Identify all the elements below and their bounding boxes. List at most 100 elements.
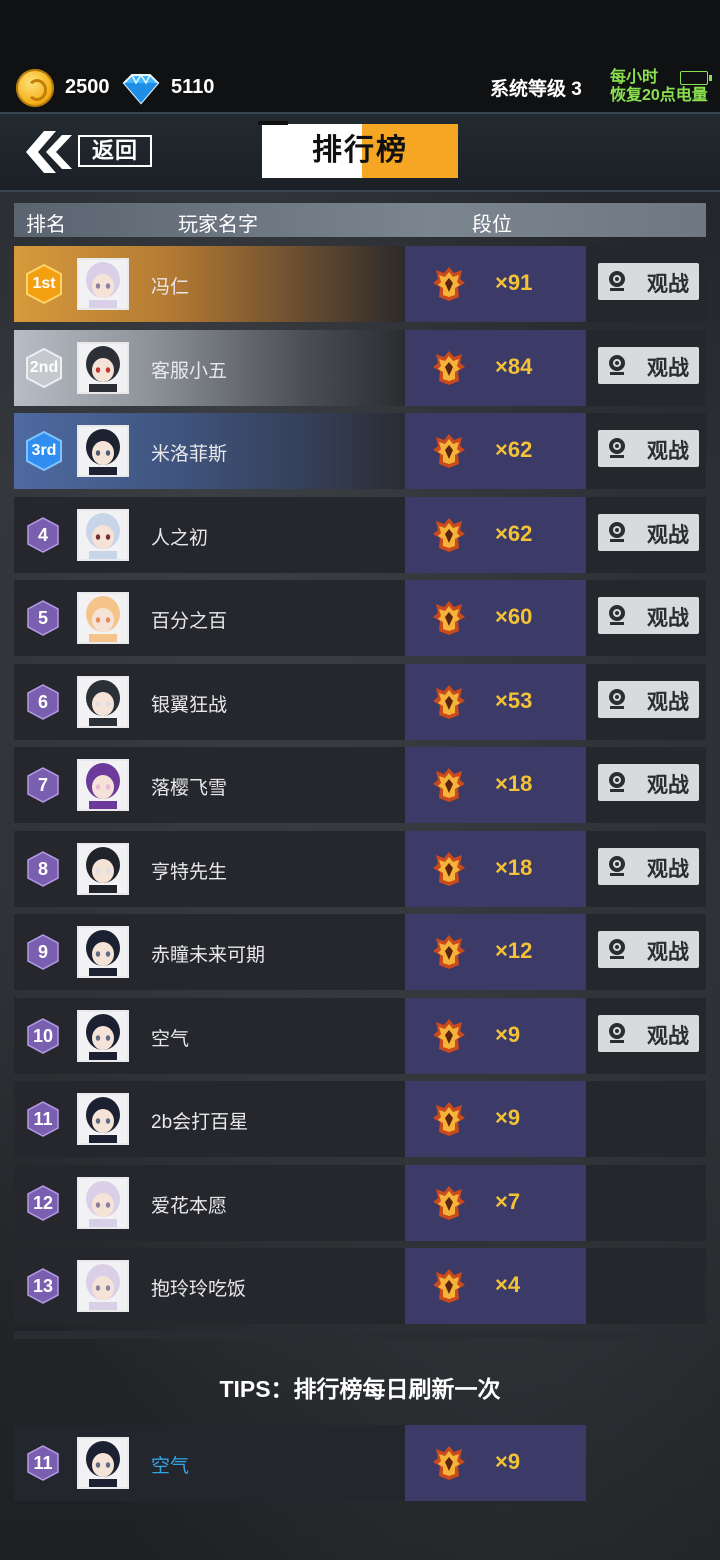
spectate-label: 观战 bbox=[647, 1024, 689, 1048]
leaderboard-row: ×60 5 百分之百 观战 bbox=[14, 580, 706, 656]
rank-number: 9 bbox=[37, 942, 48, 962]
tier-count: ×18 bbox=[495, 854, 533, 880]
player-avatar bbox=[77, 1260, 129, 1312]
leaderboard-row: ×84 2nd 客服小五 观战 bbox=[14, 329, 706, 406]
tier-count: ×60 bbox=[495, 604, 533, 629]
rank-number: 2nd bbox=[29, 358, 59, 376]
camera-icon bbox=[609, 939, 625, 959]
spectate-label: 观战 bbox=[647, 273, 689, 296]
tips-text: TIPS：排行榜每日刷新一次 bbox=[219, 1376, 501, 1402]
rank-number: 12 bbox=[32, 1192, 54, 1213]
player-name: 赤瞳未来可期 bbox=[151, 945, 266, 966]
rank-badge: 9 bbox=[26, 934, 60, 970]
tier-panel: ×12 bbox=[405, 914, 586, 990]
player-name: 空气 bbox=[151, 1456, 190, 1477]
tier-crest-icon bbox=[433, 601, 465, 635]
tier-panel: ×91 bbox=[405, 246, 586, 322]
camera-icon bbox=[609, 438, 625, 458]
player-name: 百分之百 bbox=[151, 611, 228, 632]
tier-count: ×84 bbox=[495, 353, 533, 379]
tier-panel: ×62 bbox=[405, 496, 586, 573]
player-avatar bbox=[77, 425, 129, 477]
player-avatar bbox=[77, 508, 129, 561]
spectate-button[interactable]: 观战 bbox=[598, 263, 699, 300]
tier-count: ×18 bbox=[495, 771, 533, 796]
rank-badge: 8 bbox=[26, 850, 60, 887]
player-avatar bbox=[77, 1437, 129, 1489]
tier-count: ×4 bbox=[495, 1272, 521, 1297]
spectate-button[interactable]: 观战 bbox=[598, 430, 699, 467]
tier-crest-icon bbox=[433, 1185, 465, 1220]
player-name: 2b会打百星 bbox=[151, 1112, 249, 1133]
system-level: 系统等级 3 bbox=[490, 79, 582, 100]
col-tier: 段位 bbox=[472, 214, 512, 236]
tier-count: ×7 bbox=[495, 1188, 521, 1214]
leaderboard-row: ×62 3rd 米洛菲斯 观战 bbox=[14, 413, 706, 489]
leaderboard-row: ×18 7 落樱飞雪 观战 bbox=[14, 747, 706, 823]
player-avatar bbox=[77, 592, 129, 644]
spectate-button[interactable]: 观战 bbox=[598, 597, 699, 634]
player-name: 落樱飞雪 bbox=[151, 778, 228, 799]
col-player-name: 玩家名字 bbox=[178, 214, 258, 236]
back-button[interactable]: 返回 bbox=[22, 129, 152, 175]
leaderboard-row: ×53 6 银翼狂战 观战 bbox=[14, 663, 706, 740]
player-name: 冯仁 bbox=[151, 277, 190, 298]
player-avatar bbox=[77, 341, 129, 394]
spectate-button[interactable]: 观战 bbox=[598, 931, 699, 968]
rank-medal: 2nd bbox=[24, 347, 64, 388]
row-background bbox=[14, 1425, 405, 1501]
spectate-button[interactable]: 观战 bbox=[598, 847, 699, 885]
list-end-divider bbox=[14, 1331, 706, 1339]
battery-icon bbox=[680, 71, 712, 85]
tier-panel: ×9 bbox=[405, 1081, 586, 1157]
player-avatar bbox=[77, 759, 129, 811]
player-name: 银翼狂战 bbox=[151, 694, 228, 716]
tier-panel: ×53 bbox=[405, 663, 586, 740]
spectate-label: 观战 bbox=[647, 523, 689, 547]
tier-panel: ×7 bbox=[405, 1164, 586, 1241]
player-name: 米洛菲斯 bbox=[151, 444, 228, 465]
page-title-box: 排行榜 bbox=[258, 121, 458, 178]
spectate-label: 观战 bbox=[647, 607, 689, 630]
player-name: 爱花本愿 bbox=[151, 1195, 228, 1217]
tier-panel: ×84 bbox=[405, 329, 586, 406]
rank-number: 11 bbox=[33, 1453, 53, 1473]
tier-panel: ×18 bbox=[405, 747, 586, 823]
coin-count: 2500 bbox=[65, 76, 110, 98]
tier-crest-icon bbox=[433, 434, 465, 468]
tier-crest-icon bbox=[433, 1446, 465, 1480]
player-name: 人之初 bbox=[151, 527, 209, 549]
action-cell bbox=[586, 1081, 706, 1157]
spectate-label: 观战 bbox=[647, 857, 689, 881]
spectate-label: 观战 bbox=[647, 690, 689, 714]
tier-crest-icon bbox=[433, 684, 465, 719]
player-name: 亨特先生 bbox=[151, 861, 228, 883]
status-bar: 2500 5110 系统等级 3 每小时 恢复20点电量 bbox=[0, 0, 720, 112]
camera-icon bbox=[609, 605, 625, 625]
rank-badge: 11 bbox=[26, 1101, 60, 1137]
rank-number: 4 bbox=[37, 524, 48, 545]
tier-panel: ×18 bbox=[405, 830, 586, 907]
player-avatar bbox=[77, 675, 129, 728]
spectate-button[interactable]: 观战 bbox=[598, 346, 699, 384]
spectate-button[interactable]: 观战 bbox=[598, 764, 699, 801]
diamond-icon bbox=[122, 73, 160, 105]
camera-icon bbox=[609, 271, 625, 291]
leaderboard-row: ×4 13 抱玲玲吃饭 bbox=[14, 1248, 706, 1324]
gem-count: 5110 bbox=[171, 76, 215, 98]
tier-panel: ×9 bbox=[405, 997, 586, 1074]
tier-count: ×9 bbox=[495, 1105, 521, 1130]
tier-panel: ×60 bbox=[405, 580, 586, 656]
rank-badge: 10 bbox=[26, 1017, 60, 1054]
spectate-button[interactable]: 观战 bbox=[598, 680, 699, 718]
rank-number: 5 bbox=[37, 608, 48, 628]
leaderboard-row: ×62 4 人之初 观战 bbox=[14, 496, 706, 573]
tier-count: ×9 bbox=[495, 1449, 521, 1474]
rank-badge: 7 bbox=[26, 767, 60, 803]
spectate-button[interactable]: 观战 bbox=[598, 513, 699, 551]
spectate-button[interactable]: 观战 bbox=[598, 1014, 699, 1052]
spectate-label: 观战 bbox=[647, 356, 689, 380]
tier-panel: ×9 bbox=[405, 1425, 586, 1501]
tier-crest-icon bbox=[433, 1269, 465, 1303]
camera-icon bbox=[609, 521, 625, 542]
